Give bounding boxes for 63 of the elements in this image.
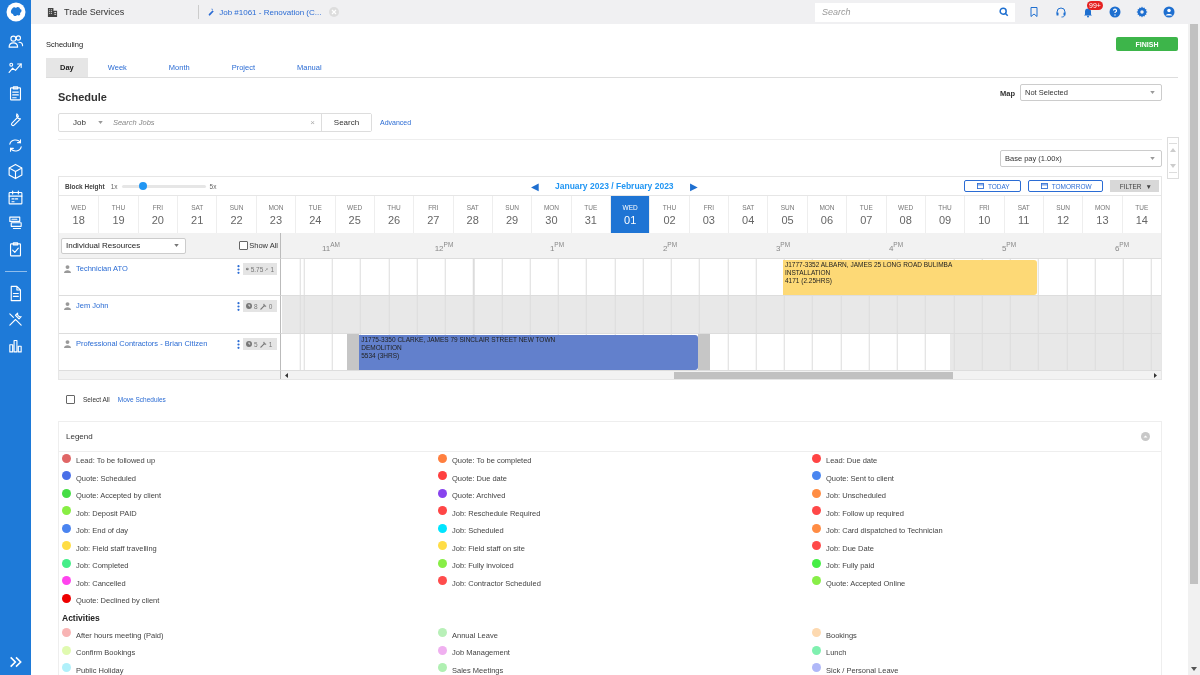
app-title: Trade Services xyxy=(64,7,125,17)
hour-label: 11$^{AM}$ xyxy=(321,241,341,253)
bookmark-icon[interactable] xyxy=(1028,6,1040,18)
hour-label: 12$^{PM}$ xyxy=(434,241,454,253)
bar-chart-icon[interactable] xyxy=(7,337,24,354)
hour-label: 2$^{PM}$ xyxy=(662,241,678,253)
caret-icon xyxy=(1150,91,1155,94)
stack-icon[interactable] xyxy=(7,215,24,232)
next-button[interactable]: ▶ xyxy=(689,180,698,192)
wrench-icon xyxy=(259,340,267,348)
type-select[interactable]: Job xyxy=(73,118,86,127)
calendar-icon xyxy=(1040,183,1048,189)
checkbox[interactable] xyxy=(239,241,249,250)
tools-icon[interactable] xyxy=(7,311,24,328)
scroll-right-icon xyxy=(1154,372,1157,378)
search-field[interactable]: Search xyxy=(815,2,1015,22)
checkbox[interactable] xyxy=(66,394,75,404)
building-icon xyxy=(47,6,58,18)
scroll-thumb[interactable] xyxy=(673,371,953,379)
previous-button[interactable]: ◀ xyxy=(531,180,539,192)
section-title: Schedule xyxy=(58,91,107,105)
headset-icon[interactable] xyxy=(1055,6,1067,18)
scroll-thumb[interactable] xyxy=(1190,24,1198,584)
more-icon[interactable] xyxy=(237,302,240,311)
help-icon[interactable] xyxy=(1109,6,1121,18)
caret-icon xyxy=(174,244,179,247)
wrench-icon xyxy=(259,302,267,310)
job-tab[interactable]: Job #1061 - Renovation (C... xyxy=(206,7,322,17)
caret-icon xyxy=(97,121,103,124)
section-heading: Activities xyxy=(62,612,101,625)
wrench-icon xyxy=(265,265,269,273)
month-label: January 2023 / February 2023 xyxy=(555,181,674,191)
resource-select[interactable]: Individual Resources xyxy=(61,237,186,254)
clipboard-icon[interactable] xyxy=(7,85,24,102)
checklist-icon[interactable] xyxy=(7,241,24,258)
cycle-icon[interactable] xyxy=(7,137,24,154)
settings-icon[interactable] xyxy=(1136,6,1148,18)
hour-label: 3$^{PM}$ xyxy=(775,241,791,253)
more-icon[interactable] xyxy=(237,340,240,349)
scroll-left-icon xyxy=(285,372,288,378)
scroll-down-icon xyxy=(1191,667,1197,671)
slider-thumb[interactable] xyxy=(139,181,148,190)
legend-title: Legend xyxy=(66,432,93,441)
bell-icon[interactable] xyxy=(1082,6,1094,18)
calendar-icon xyxy=(976,183,984,189)
calendar-icon[interactable] xyxy=(7,189,24,206)
more-icon[interactable] xyxy=(237,265,240,274)
hour-label: 4$^{PM}$ xyxy=(888,241,904,253)
search-button[interactable]: Search xyxy=(321,114,371,131)
caret-icon xyxy=(1150,157,1155,160)
hour-label: 1$^{PM}$ xyxy=(549,241,565,253)
wrench-icon xyxy=(206,7,217,17)
expand-icon[interactable] xyxy=(7,654,24,670)
hour-label: 6$^{PM}$ xyxy=(1114,241,1130,253)
user-icon[interactable] xyxy=(1163,6,1175,18)
person-icon xyxy=(64,265,71,273)
box-icon[interactable] xyxy=(7,163,24,180)
person-icon xyxy=(64,302,71,310)
travel-block xyxy=(698,334,711,370)
person-icon xyxy=(64,340,71,348)
hour-label: 5$^{PM}$ xyxy=(1001,241,1017,253)
people-icon[interactable] xyxy=(7,33,24,50)
search-icon[interactable] xyxy=(999,6,1009,17)
